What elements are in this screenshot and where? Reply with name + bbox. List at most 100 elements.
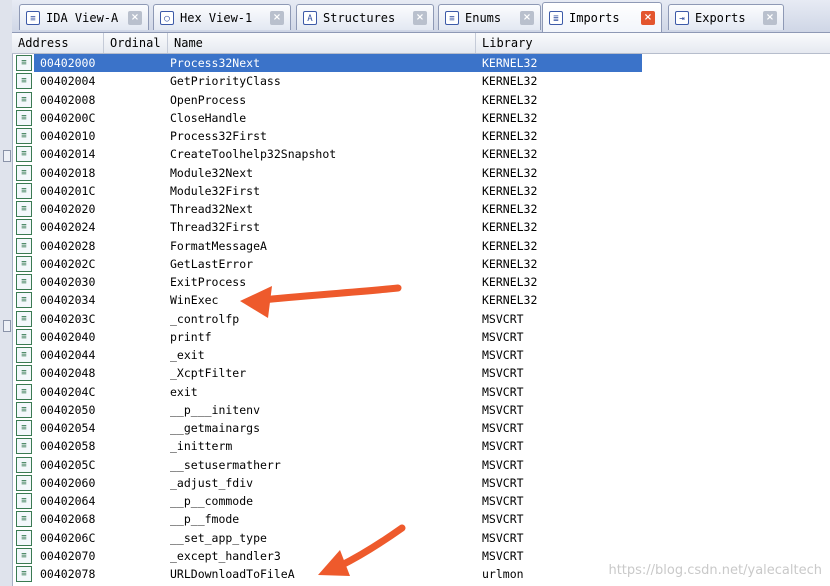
table-row[interactable]: ≡ 00402008 OpenProcess KERNEL32 xyxy=(12,91,830,109)
library-cell: KERNEL32 xyxy=(482,238,538,253)
library-cell: MSVCRT xyxy=(482,402,524,417)
import-icon: ≡ xyxy=(16,182,32,199)
table-row[interactable]: ≡ 0040202C GetLastError KERNEL32 xyxy=(12,255,830,273)
address-cell: 00402064 xyxy=(40,494,96,508)
structures-icon: A xyxy=(303,10,317,25)
table-row[interactable]: ≡ 0040200C CloseHandle KERNEL32 xyxy=(12,109,830,127)
tab-ida-view-a[interactable]: ≡ IDA View-A × xyxy=(19,4,149,30)
address-cell: 0040204C xyxy=(40,384,96,399)
address-cell: 00402004 xyxy=(40,74,96,89)
tab-hex-view-1[interactable]: ◯ Hex View-1 × xyxy=(153,4,291,30)
name-cell: _except_handler3 xyxy=(170,548,281,563)
close-icon[interactable]: × xyxy=(270,10,284,25)
import-icon: ≡ xyxy=(16,456,32,473)
name-cell: URLDownloadToFileA xyxy=(170,567,295,581)
table-row[interactable]: ≡ 00402028 FormatMessageA KERNEL32 xyxy=(12,237,830,255)
import-icon: ≡ xyxy=(16,274,32,290)
table-row[interactable]: ≡ 00402054 __getmainargs MSVCRT xyxy=(12,419,830,437)
tab-label: Structures xyxy=(323,10,396,25)
close-icon[interactable]: × xyxy=(128,10,142,25)
imports-table: ≡ 00402000 Process32Next KERNEL32 ≡ 00402004 G… xyxy=(12,54,830,583)
column-address[interactable]: Address xyxy=(12,33,104,53)
library-cell: KERNEL32 xyxy=(482,256,538,271)
tab-label: IDA View-A xyxy=(46,10,119,25)
library-cell: KERNEL32 xyxy=(482,293,538,308)
library-cell: MSVCRT xyxy=(482,348,524,362)
library-cell: MSVCRT xyxy=(482,548,524,563)
tab-bar: ≡ IDA View-A × ◯ Hex View-1 × A Structur… xyxy=(12,0,830,33)
address-cell: 00402054 xyxy=(40,421,96,435)
address-cell: 00402034 xyxy=(40,293,96,308)
address-cell: 00402058 xyxy=(40,439,96,454)
table-row[interactable]: ≡ 00402050 __p___initenv MSVCRT xyxy=(12,401,830,419)
address-cell: 0040203C xyxy=(40,311,96,326)
address-cell: 00402020 xyxy=(40,202,96,216)
table-row[interactable]: ≡ 00402048 _XcptFilter MSVCRT xyxy=(12,364,830,382)
table-row[interactable]: ≡ 0040203C _controlfp MSVCRT xyxy=(12,310,830,328)
import-icon: ≡ xyxy=(16,73,32,90)
table-row[interactable]: ≡ 00402018 Module32Next KERNEL32 xyxy=(12,164,830,182)
name-cell: exit xyxy=(170,384,198,399)
table-row[interactable]: ≡ 00402044 _exit MSVCRT xyxy=(12,346,830,364)
library-cell: KERNEL32 xyxy=(482,275,538,289)
import-icon: ≡ xyxy=(16,365,32,382)
address-cell: 00402070 xyxy=(40,548,96,563)
library-cell: MSVCRT xyxy=(482,421,524,435)
watermark: https://blog.csdn.net/yalecaltech xyxy=(608,563,822,578)
column-ordinal[interactable]: Ordinal xyxy=(104,33,168,53)
address-cell: 0040206C xyxy=(40,530,96,545)
name-cell: Module32First xyxy=(170,183,261,198)
table-row[interactable]: ≡ 00402014 CreateToolhelp32Snapshot KERNEL3… xyxy=(12,145,830,163)
tab-imports[interactable]: ≣ Imports × xyxy=(542,2,662,32)
import-icon: ≡ xyxy=(16,255,32,272)
close-icon[interactable]: × xyxy=(413,10,427,25)
table-row[interactable]: ≡ 0040201C Module32First KERNEL32 xyxy=(12,182,830,200)
library-cell: KERNEL32 xyxy=(482,165,538,180)
library-cell: MSVCRT xyxy=(482,384,524,399)
import-icon: ≡ xyxy=(16,91,32,108)
name-cell: FormatMessageA xyxy=(170,238,267,253)
library-cell: MSVCRT xyxy=(482,475,524,490)
name-cell: __setusermatherr xyxy=(170,457,281,472)
close-icon[interactable]: × xyxy=(520,10,534,25)
import-icon: ≡ xyxy=(16,511,32,528)
table-row[interactable]: ≡ 00402040 printf MSVCRT xyxy=(12,328,830,346)
table-row[interactable]: ≡ 00402068 __p__fmode MSVCRT xyxy=(12,510,830,528)
column-name[interactable]: Name xyxy=(168,33,476,53)
table-row[interactable]: ≡ 00402010 Process32First KERNEL32 xyxy=(12,127,830,145)
table-row[interactable]: ≡ 00402024 Thread32First KERNEL32 xyxy=(12,218,830,236)
import-icon: ≡ xyxy=(16,493,32,509)
import-icon: ≡ xyxy=(16,237,32,254)
name-cell: __p__commode xyxy=(170,494,254,508)
name-cell: Thread32First xyxy=(170,220,261,235)
address-cell: 00402050 xyxy=(40,402,96,417)
table-row[interactable]: ≡ 0040206C __set_app_type MSVCRT xyxy=(12,529,830,547)
library-cell: MSVCRT xyxy=(482,329,524,344)
table-row[interactable]: ≡ 00402064 __p__commode MSVCRT xyxy=(12,492,830,510)
table-row[interactable]: ≡ 00402000 Process32Next KERNEL32 xyxy=(12,54,830,73)
import-icon: ≡ xyxy=(16,566,32,582)
table-row[interactable]: ≡ 0040204C exit MSVCRT xyxy=(12,383,830,401)
address-cell: 00402044 xyxy=(40,348,96,362)
table-row[interactable]: ≡ 00402020 Thread32Next KERNEL32 xyxy=(12,200,830,218)
table-row[interactable]: ≡ 00402034 WinExec KERNEL32 xyxy=(12,291,830,309)
import-icon: ≡ xyxy=(16,146,32,163)
name-cell: CreateToolhelp32Snapshot xyxy=(170,147,337,162)
table-row[interactable]: ≡ 00402058 _initterm MSVCRT xyxy=(12,437,830,455)
library-cell: KERNEL32 xyxy=(482,110,538,125)
address-cell: 0040200C xyxy=(40,110,96,125)
tab-enums[interactable]: ≡ Enums × xyxy=(438,4,541,30)
column-library[interactable]: Library xyxy=(476,33,830,53)
close-icon[interactable]: × xyxy=(763,10,777,25)
library-cell: MSVCRT xyxy=(482,512,524,527)
close-icon[interactable]: × xyxy=(641,10,655,25)
table-row[interactable]: ≡ 00402004 GetPriorityClass KERNEL32 xyxy=(12,72,830,90)
table-row[interactable]: ≡ 00402030 ExitProcess KERNEL32 xyxy=(12,273,830,291)
tab-exports[interactable]: ⇥ Exports × xyxy=(668,4,784,30)
address-cell: 00402078 xyxy=(40,567,96,581)
table-row[interactable]: ≡ 0040205C __setusermatherr MSVCRT xyxy=(12,456,830,474)
name-cell: Process32Next xyxy=(170,56,261,70)
table-row[interactable]: ≡ 00402060 _adjust_fdiv MSVCRT xyxy=(12,474,830,492)
library-cell: MSVCRT xyxy=(482,366,524,381)
tab-structures[interactable]: A Structures × xyxy=(296,4,434,30)
